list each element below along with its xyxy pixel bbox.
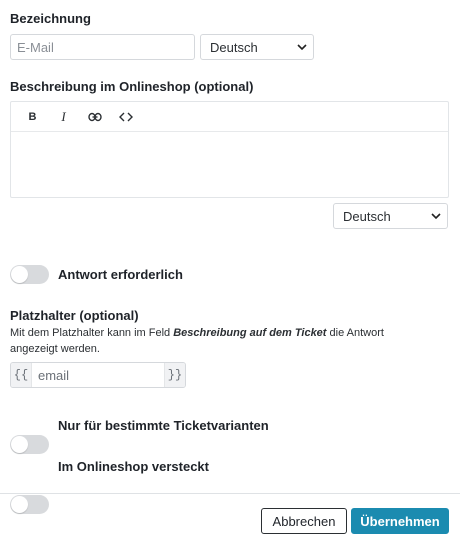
chevron-down-icon — [431, 213, 441, 220]
footer-divider — [0, 493, 460, 494]
help-prefix: Mit dem Platzhalter kann im Feld — [10, 327, 174, 339]
italic-icon: I — [61, 108, 66, 124]
placeholder-prefix: {{ — [11, 363, 31, 387]
name-input[interactable] — [10, 34, 195, 60]
name-language-value: Deutsch — [210, 39, 258, 55]
bold-icon: B — [28, 110, 37, 123]
hidden-in-shop-toggle[interactable] — [10, 495, 49, 514]
chevron-down-icon — [297, 44, 307, 51]
toggle-knob — [11, 496, 28, 513]
placeholder-input-group: {{ }} — [10, 362, 186, 388]
description-editor: B I — [10, 101, 449, 198]
editor-toolbar: B I — [11, 102, 448, 132]
help-suffix: die Antwort — [326, 327, 384, 339]
placeholder-label: Platzhalter (optional) — [10, 308, 139, 323]
answer-required-label: Antwort erforderlich — [58, 267, 183, 282]
bold-button[interactable]: B — [19, 106, 46, 128]
name-label: Bezeichnung — [10, 11, 91, 26]
hidden-in-shop-label: Im Onlineshop versteckt — [58, 459, 209, 474]
cancel-button[interactable]: Abbrechen — [261, 508, 347, 534]
link-icon — [87, 112, 102, 121]
editor-content-area[interactable] — [11, 132, 448, 198]
answer-required-toggle[interactable] — [10, 265, 49, 284]
code-icon — [118, 112, 133, 121]
specific-variants-toggle[interactable] — [10, 435, 49, 454]
toggle-knob — [11, 436, 28, 453]
code-button[interactable] — [112, 106, 139, 128]
placeholder-input[interactable] — [31, 363, 165, 387]
description-language-select[interactable]: Deutsch — [333, 203, 448, 229]
description-language-value: Deutsch — [343, 208, 391, 224]
help-emphasis: Beschreibung auf dem Ticket — [173, 327, 327, 339]
name-language-select[interactable]: Deutsch — [200, 34, 314, 60]
description-label: Beschreibung im Onlineshop (optional) — [10, 79, 254, 94]
italic-button[interactable]: I — [50, 106, 77, 128]
specific-variants-label: Nur für bestimmte Ticketvarianten — [58, 418, 269, 433]
placeholder-help-text: Mit dem Platzhalter kann im Feld Beschre… — [10, 325, 450, 357]
apply-button[interactable]: Übernehmen — [351, 508, 449, 534]
toggle-knob — [11, 266, 28, 283]
placeholder-suffix: }} — [165, 363, 185, 387]
link-button[interactable] — [81, 106, 108, 128]
help-line2: angezeigt werden. — [10, 343, 100, 355]
